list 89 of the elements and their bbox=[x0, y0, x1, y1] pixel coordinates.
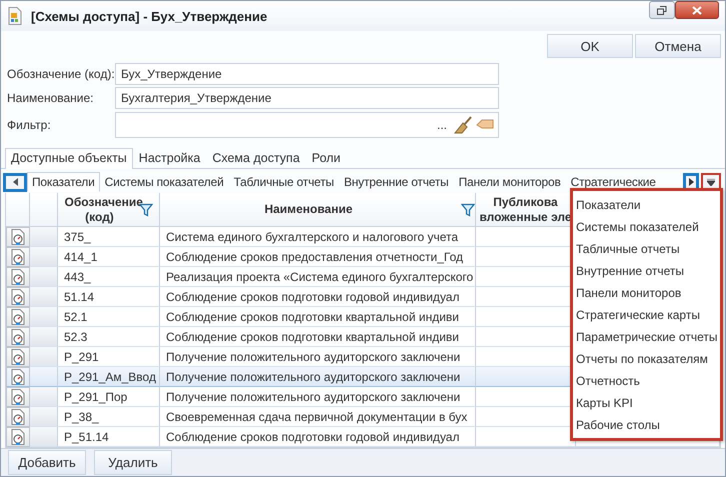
gauge-document-icon bbox=[11, 289, 25, 305]
menu-item[interactable]: Внутренние отчеты bbox=[573, 260, 720, 282]
table-cell: Реализация проекта «Система единого бухгалтерского bbox=[160, 267, 476, 287]
left-arrow-icon bbox=[12, 178, 18, 186]
field-label: Наименование: bbox=[7, 91, 95, 105]
row-header-cell[interactable] bbox=[6, 427, 30, 447]
row-header-cell[interactable] bbox=[6, 267, 30, 287]
dialog-button[interactable]: Отмена bbox=[635, 34, 721, 58]
table-cell: 414_1 bbox=[58, 247, 160, 267]
table-cell: Система единого бухгалтерского и налогового учета bbox=[160, 227, 476, 247]
row-header-cell[interactable] bbox=[6, 407, 30, 427]
gauge-document-icon bbox=[11, 229, 25, 245]
tab[interactable]: Показатели bbox=[27, 172, 100, 192]
tab[interactable]: Внутренние отчеты bbox=[338, 172, 454, 192]
input-field[interactable]: Бух_Утверждение bbox=[115, 63, 499, 85]
column-header[interactable]: Наименование bbox=[160, 193, 476, 227]
menu-item[interactable]: Отчетность bbox=[573, 370, 720, 392]
gauge-document-icon bbox=[11, 389, 25, 405]
menu-item[interactable]: Стратегические карты bbox=[573, 304, 720, 326]
menu-item[interactable]: Карты KPI bbox=[573, 392, 720, 414]
table-cell: 52.3 bbox=[58, 327, 160, 347]
gauge-document-icon bbox=[11, 329, 25, 345]
gauge-document-icon bbox=[11, 369, 25, 385]
dialog-button[interactable]: OK bbox=[547, 34, 633, 58]
broom-icon[interactable] bbox=[453, 116, 473, 134]
tab[interactable]: Схема доступа bbox=[206, 148, 306, 168]
action-button[interactable]: Удалить bbox=[94, 450, 172, 475]
row-header-cell[interactable] bbox=[6, 387, 30, 407]
restore-button[interactable] bbox=[649, 1, 675, 19]
filter-field[interactable] bbox=[115, 112, 499, 138]
menu-item[interactable]: Отчеты по показателям bbox=[573, 348, 720, 370]
row-header-cell[interactable] bbox=[6, 307, 30, 327]
column-header[interactable]: Обозначение (код) bbox=[58, 193, 160, 227]
tab[interactable]: Стратегические bbox=[566, 172, 661, 192]
table-cell: Соблюдение сроков подготовки квартальной индиви bbox=[160, 327, 476, 347]
table-cell: 52.1 bbox=[58, 307, 160, 327]
action-button[interactable]: Добавить bbox=[8, 450, 86, 475]
menu-item[interactable]: Панели мониторов bbox=[573, 282, 720, 304]
tab[interactable]: Панели мониторов bbox=[454, 172, 566, 192]
tab[interactable]: Доступные объекты bbox=[5, 148, 133, 169]
menu-item[interactable]: Табличные отчеты bbox=[573, 238, 720, 260]
scroll-left-button[interactable] bbox=[3, 172, 27, 192]
close-button[interactable] bbox=[675, 1, 719, 19]
restore-icon bbox=[657, 6, 667, 14]
tab[interactable]: Роли bbox=[306, 148, 347, 168]
menu-item[interactable]: Системы показателей bbox=[573, 216, 720, 238]
indicator-header-cell bbox=[30, 193, 58, 227]
tab[interactable]: Настройка bbox=[132, 148, 206, 168]
browse-button[interactable]: ... bbox=[432, 116, 451, 134]
gauge-document-icon bbox=[11, 309, 25, 325]
gauge-document-icon bbox=[11, 269, 25, 285]
table-cell: P_291_Ам_Ввод bbox=[58, 367, 160, 387]
table-cell: Соблюдение сроков подготовки годовой индивидуал bbox=[160, 287, 476, 307]
filter-icon[interactable] bbox=[461, 202, 475, 216]
table-cell: 51.14 bbox=[58, 287, 160, 307]
tab[interactable]: Табличные отчеты bbox=[228, 172, 339, 192]
table-cell: P_51.14 bbox=[58, 427, 160, 447]
row-header-cell[interactable] bbox=[6, 367, 30, 387]
tab[interactable]: Системы показателей bbox=[100, 172, 229, 192]
row-header-cell[interactable] bbox=[6, 347, 30, 367]
row-header-cell[interactable] bbox=[6, 227, 30, 247]
row-header-cell[interactable] bbox=[6, 247, 30, 267]
table-cell: P_38_ bbox=[58, 407, 160, 427]
row-header-cell[interactable] bbox=[6, 327, 30, 347]
table-cell: P_291_Пор bbox=[58, 387, 160, 407]
table-cell: Получение положительного аудиторского заключени bbox=[160, 387, 476, 407]
gauge-document-icon bbox=[11, 249, 25, 265]
table-cell: 443_ bbox=[58, 267, 160, 287]
table-cell: Соблюдение сроков подготовки квартальной индиви bbox=[160, 307, 476, 327]
caret-icon bbox=[707, 178, 715, 186]
table-cell: Соблюдение сроков подготовки годовой индивидуал bbox=[160, 427, 476, 447]
table-cell: Своевременная сдача первичной документации в бух bbox=[160, 407, 476, 427]
input-field[interactable]: Бухгалтерия_Утверждение bbox=[115, 87, 499, 109]
gauge-document-icon bbox=[11, 349, 25, 365]
table-cell: 375_ bbox=[58, 227, 160, 247]
menu-item[interactable]: Показатели bbox=[573, 194, 720, 216]
gauge-document-icon bbox=[11, 409, 25, 425]
gauge-document-icon bbox=[11, 429, 25, 445]
field-label: Обозначение (код): bbox=[7, 67, 115, 81]
document-icon bbox=[7, 7, 23, 25]
right-arrow-icon bbox=[688, 178, 694, 186]
table-cell: Получение положительного аудиторского заключени bbox=[160, 367, 476, 387]
row-header-cell[interactable] bbox=[6, 287, 30, 307]
window-title: [Схемы доступа] - Бух_Утверждение bbox=[31, 8, 268, 24]
close-icon bbox=[692, 6, 702, 14]
field-label: Фильтр: bbox=[7, 118, 52, 132]
table-cell: Соблюдение сроков предоставления отчетности_Год bbox=[160, 247, 476, 267]
menu-item[interactable]: Параметрические отчеты bbox=[573, 326, 720, 348]
menu-item[interactable]: Рабочие столы bbox=[573, 414, 720, 436]
